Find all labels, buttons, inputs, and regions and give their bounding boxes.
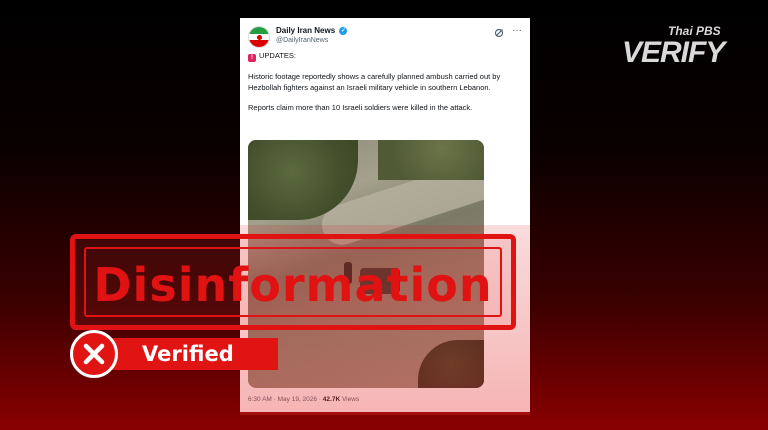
bush	[378, 140, 484, 180]
thai-pbs-verify-logo: Thai PBS VERIFY	[622, 24, 732, 70]
tweet-card: Daily Iran News ✓ @DailyIranNews ··· ! UP…	[240, 18, 530, 412]
alert-icon: !	[248, 54, 256, 62]
stamp-label: Disinformation	[93, 258, 493, 312]
grok-icon[interactable]	[494, 28, 504, 38]
tweet-header: Daily Iran News ✓ @DailyIranNews ···	[248, 24, 522, 54]
x-icon	[70, 330, 118, 378]
views-count: 42.7K	[322, 396, 341, 403]
avatar[interactable]	[248, 26, 270, 48]
more-icon[interactable]: ···	[512, 25, 522, 36]
tweet-time[interactable]: 6:30 AM · May 19, 2026 ·	[248, 396, 321, 403]
updates-line: ! UPDATES:	[248, 51, 520, 62]
updates-label: UPDATES:	[259, 51, 296, 60]
tweet-text: ! UPDATES: Historic footage reportedly sh…	[248, 51, 520, 124]
author-name-text[interactable]: Daily Iran News	[276, 26, 335, 35]
tweet-paragraph-1: Historic footage reportedly shows a care…	[248, 72, 501, 92]
iran-emblem-icon	[257, 35, 262, 40]
views-label: Views	[341, 396, 360, 403]
verified-badge-icon: ✓	[339, 26, 348, 35]
tweet-footer: 6:30 AM · May 19, 2026 · 42.7K Views	[248, 396, 359, 403]
verified-tag: Verified	[70, 330, 278, 378]
verified-label: Verified	[142, 342, 234, 366]
bush	[418, 340, 484, 388]
tweet-paragraph-2: Reports claim more than 10 Israeli soldi…	[248, 103, 473, 112]
author-name[interactable]: Daily Iran News ✓	[276, 26, 348, 35]
logo-big-text: VERIFY	[622, 36, 725, 69]
author-handle[interactable]: @DailyIranNews	[276, 37, 328, 44]
disinformation-stamp: Disinformation	[70, 234, 516, 330]
